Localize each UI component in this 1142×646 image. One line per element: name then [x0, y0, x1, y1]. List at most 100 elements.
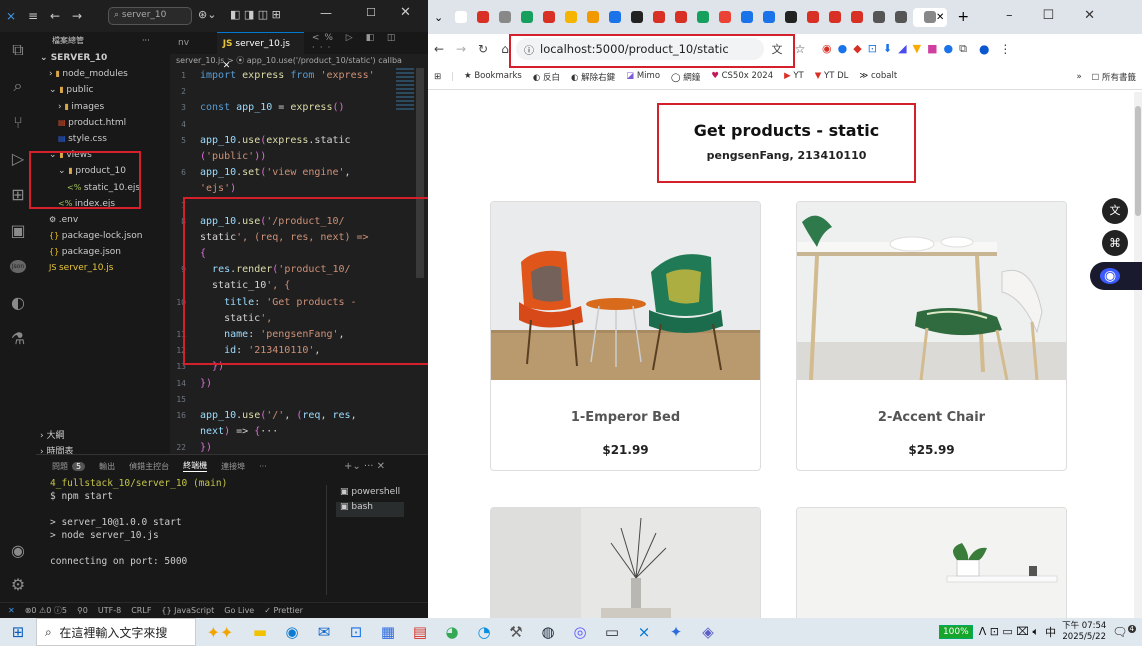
- search-icon[interactable]: ⌕: [0, 68, 36, 104]
- browser-tab[interactable]: [869, 8, 888, 27]
- forward-icon[interactable]: →: [450, 42, 472, 56]
- bookmark-item[interactable]: ≫ cobalt: [859, 71, 897, 83]
- menu-icon[interactable]: ≡: [22, 9, 44, 23]
- assistant-float-icon[interactable]: ◉: [1090, 262, 1142, 290]
- app-icon[interactable]: ▦: [372, 618, 404, 646]
- browser-tab[interactable]: [649, 8, 668, 27]
- shell-item[interactable]: ▣ powershell: [336, 487, 404, 502]
- pdf-icon[interactable]: ▤: [404, 618, 436, 646]
- account-icon[interactable]: ◉: [0, 532, 36, 568]
- browser-tab[interactable]: [825, 8, 844, 27]
- browser-tab[interactable]: [671, 8, 690, 27]
- editor-actions[interactable]: <% ▷ ◧ ◫ ···: [304, 33, 428, 53]
- browser-tab[interactable]: [891, 8, 910, 27]
- tab-close-icon[interactable]: ✕: [936, 12, 944, 23]
- browser-tab[interactable]: [781, 8, 800, 27]
- taskbar-search[interactable]: ⌕ 在這裡輸入文字來搜: [36, 618, 196, 646]
- panel-tab[interactable]: ···: [259, 462, 267, 471]
- panel-tab[interactable]: 終端機: [183, 460, 208, 472]
- tree-item[interactable]: ▤ style.css: [36, 131, 170, 147]
- tray-icons[interactable]: ᐱ ⊡ ▭ ⌧ 🔈︎: [979, 625, 1039, 639]
- status-item[interactable]: Go Live: [224, 606, 254, 615]
- code-line[interactable]: 4: [170, 117, 428, 133]
- maximize-icon[interactable]: ☐: [366, 6, 376, 19]
- status-item[interactable]: CRLF: [131, 606, 151, 615]
- tree-item[interactable]: {} package.json: [36, 244, 170, 260]
- panel-tab[interactable]: 輸出: [99, 461, 115, 472]
- tree-item[interactable]: ⚙ .env: [36, 212, 170, 228]
- browser-tab[interactable]: [715, 8, 734, 27]
- source-control-icon[interactable]: ⑂: [0, 104, 36, 140]
- bookmark-item[interactable]: ◐ 反白: [533, 71, 560, 83]
- browser-tab[interactable]: [517, 8, 536, 27]
- remote-icon[interactable]: ✕: [8, 606, 15, 615]
- tool-icon[interactable]: ⚒: [500, 618, 532, 646]
- code-line[interactable]: 3 const app_10 = express(): [170, 100, 428, 116]
- outline-section[interactable]: › 大綱: [36, 428, 64, 444]
- panel-tab[interactable]: 偵錯主控台: [129, 461, 169, 472]
- tree-item[interactable]: {} package-lock.json: [36, 228, 170, 244]
- back-icon[interactable]: ←: [428, 42, 450, 56]
- all-bookmarks[interactable]: ☐ 所有書籤: [1092, 71, 1136, 83]
- browser-tab[interactable]: [759, 8, 778, 27]
- window-controls[interactable]: –☐✕: [1006, 8, 1125, 23]
- command-center-search[interactable]: ⌕ server_10: [108, 7, 192, 25]
- browser-tab[interactable]: [605, 8, 624, 27]
- forward-arrow-icon[interactable]: →: [66, 9, 88, 23]
- translate-float-icon[interactable]: 文: [1102, 198, 1128, 224]
- new-tab-button[interactable]: +: [957, 9, 969, 25]
- extension-icons[interactable]: ◉●◆⊡⬇◢▼■●⧉: [822, 42, 973, 56]
- code-line[interactable]: 22}): [170, 440, 428, 454]
- copilot-icon[interactable]: ⊛⌄: [198, 8, 216, 21]
- remote-explorer-icon[interactable]: ▣: [0, 212, 36, 248]
- product-card[interactable]: [796, 507, 1067, 618]
- shortcut-float-icon[interactable]: ⌘: [1102, 230, 1128, 256]
- tab-search-icon[interactable]: ⌄: [434, 11, 448, 24]
- clock[interactable]: 下午 07:54 2025/5/22: [1062, 621, 1106, 643]
- code-line[interactable]: 1 import express from 'express': [170, 68, 428, 84]
- tree-item[interactable]: JS server_10.js: [36, 260, 170, 276]
- code-line[interactable]: 6 app_10.set('view engine',: [170, 165, 428, 181]
- panel-tab[interactable]: 連接埠: [221, 461, 245, 472]
- profile-icon[interactable]: ●: [979, 42, 989, 56]
- minimap[interactable]: [396, 68, 414, 112]
- code-line[interactable]: 'ejs'): [170, 181, 428, 197]
- bookmark-item[interactable]: ◯ 網鐘: [671, 71, 700, 83]
- widgets-icon[interactable]: ✦✦: [196, 618, 244, 646]
- product-card[interactable]: 2-Accent Chair $25.99: [796, 201, 1067, 471]
- terminal-icon[interactable]: ▭: [596, 618, 628, 646]
- status-item[interactable]: ⚲0: [77, 606, 88, 615]
- code-line[interactable]: next) => {···: [170, 424, 428, 440]
- tree-item[interactable]: › ▮ images: [36, 99, 170, 115]
- code-line[interactable]: 14}): [170, 376, 428, 392]
- apps-icon[interactable]: ⊞: [434, 72, 441, 82]
- battery-indicator[interactable]: 100%: [938, 625, 973, 639]
- browser-tab[interactable]: [583, 8, 602, 27]
- more-bookmarks-icon[interactable]: »: [1076, 72, 1081, 82]
- code-line[interactable]: 15: [170, 392, 428, 408]
- layout-icons[interactable]: ◧ ◨ ◫ ⊞: [230, 8, 281, 21]
- ime-indicator[interactable]: 中: [1045, 624, 1056, 640]
- vscode-taskbar-icon[interactable]: ⨯: [628, 618, 660, 646]
- media-icon[interactable]: ◎: [564, 618, 596, 646]
- browser-tab[interactable]: [803, 8, 822, 27]
- code-line[interactable]: 5 app_10.use(express.static: [170, 133, 428, 149]
- notification-icon[interactable]: 🗨︎ 4: [1112, 625, 1136, 639]
- tree-item[interactable]: › ▮ node_modules: [36, 66, 170, 82]
- steam-icon[interactable]: ◍: [532, 618, 564, 646]
- browser-tab[interactable]: [473, 8, 492, 27]
- breadcrumb[interactable]: server_10.js > ⦿ app_10.use('/product_10…: [170, 54, 428, 68]
- bookmark-item[interactable]: ◐ 解除右鍵: [571, 71, 615, 83]
- panel-tab[interactable]: 問題: [52, 461, 68, 472]
- tree-root[interactable]: ⌄ SERVER_10: [36, 50, 170, 66]
- status-item[interactable]: ⊗0 ⚠0 ⓘ5: [25, 605, 67, 616]
- edge-icon[interactable]: ◉: [276, 618, 308, 646]
- status-item[interactable]: UTF-8: [98, 606, 121, 615]
- code-line[interactable]: ('public')): [170, 149, 428, 165]
- tree-item[interactable]: ▤ product.html: [36, 115, 170, 131]
- bookmark-item[interactable]: ♥ CS50x 2024: [711, 71, 773, 83]
- reload-icon[interactable]: ↻: [472, 42, 494, 56]
- browser-tab[interactable]: [737, 8, 756, 27]
- windows-start-icon[interactable]: ⊞: [0, 618, 36, 646]
- settings-gear-icon[interactable]: ⚙: [0, 566, 36, 602]
